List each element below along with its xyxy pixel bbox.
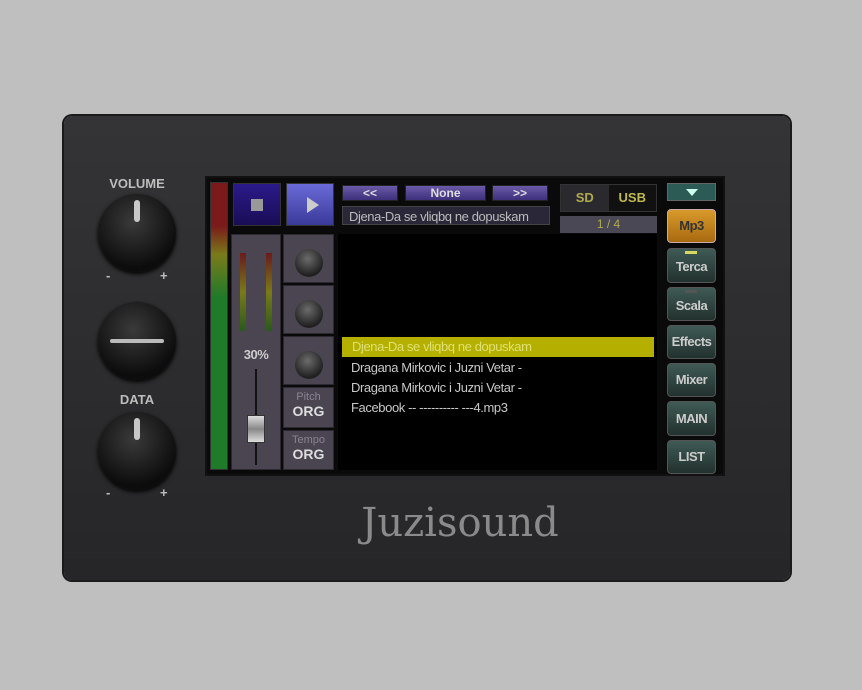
eq-mid-knob[interactable]: [294, 300, 323, 328]
playlist-item-selected[interactable]: Djena-Da se vliqbq ne dopuskam: [342, 337, 654, 357]
sidebar-item-mp3[interactable]: Mp3: [667, 209, 716, 243]
volume-fader[interactable]: [247, 415, 265, 443]
minus-sign: -: [106, 485, 111, 500]
pitch-value: ORG: [292, 403, 325, 419]
eq-high-knob[interactable]: [294, 249, 323, 277]
mode-button[interactable]: None: [405, 185, 486, 201]
sidebar-item-effects[interactable]: Effects: [667, 325, 716, 359]
data-label: DATA: [119, 392, 155, 407]
chevron-down-icon: [685, 189, 698, 196]
tempo-label: Tempo: [291, 434, 326, 446]
tempo-control[interactable]: Tempo ORG: [283, 430, 334, 470]
eq-low-panel: [283, 336, 334, 385]
playlist-item[interactable]: Dragana Mirkovic i Juzni Vetar -: [351, 360, 522, 375]
brand-logo: Juzisound: [361, 500, 559, 546]
pitch-label: Pitch: [296, 391, 321, 403]
minus-sign: -: [106, 268, 111, 283]
terca-indicator: [685, 251, 697, 254]
pitch-control[interactable]: Pitch ORG: [283, 387, 334, 428]
sd-tab[interactable]: SD: [561, 185, 609, 211]
play-button[interactable]: [286, 183, 334, 226]
page-indicator: 1 / 4: [560, 216, 657, 233]
sidebar-item-mixer[interactable]: Mixer: [667, 363, 716, 397]
center-dial[interactable]: [98, 302, 176, 380]
left-channel-meter: [240, 253, 246, 331]
data-knob[interactable]: [98, 412, 176, 490]
now-playing-field: Djena-Da se vliqbq ne dopuskam: [342, 206, 550, 225]
playlist-item[interactable]: Dragana Mirkovic i Juzni Vetar -: [351, 380, 522, 395]
stop-button[interactable]: [233, 183, 281, 226]
volume-label: VOLUME: [109, 176, 165, 191]
prev-button[interactable]: <<: [342, 185, 398, 201]
scala-indicator: [685, 290, 697, 293]
playlist-item[interactable]: Facebook -- ---------- ---4.mp3: [351, 400, 508, 415]
next-button[interactable]: >>: [492, 185, 548, 201]
usb-tab[interactable]: USB: [609, 185, 657, 211]
sidebar-item-list[interactable]: LIST: [667, 440, 716, 474]
eq-mid-panel: [283, 285, 334, 334]
eq-low-knob[interactable]: [294, 351, 323, 379]
plus-sign: +: [160, 485, 168, 500]
master-level-meter: [210, 182, 228, 470]
volume-knob[interactable]: [98, 194, 176, 272]
tempo-value: ORG: [292, 446, 325, 462]
volume-percent: 30%: [243, 347, 269, 362]
play-icon: [307, 197, 319, 213]
plus-sign: +: [160, 268, 168, 283]
scroll-down-button[interactable]: [667, 183, 716, 201]
right-channel-meter: [266, 253, 272, 331]
stop-icon: [251, 199, 263, 211]
sidebar-item-main[interactable]: MAIN: [667, 401, 716, 436]
eq-high-panel: [283, 234, 334, 283]
volume-panel: 30%: [231, 234, 281, 470]
